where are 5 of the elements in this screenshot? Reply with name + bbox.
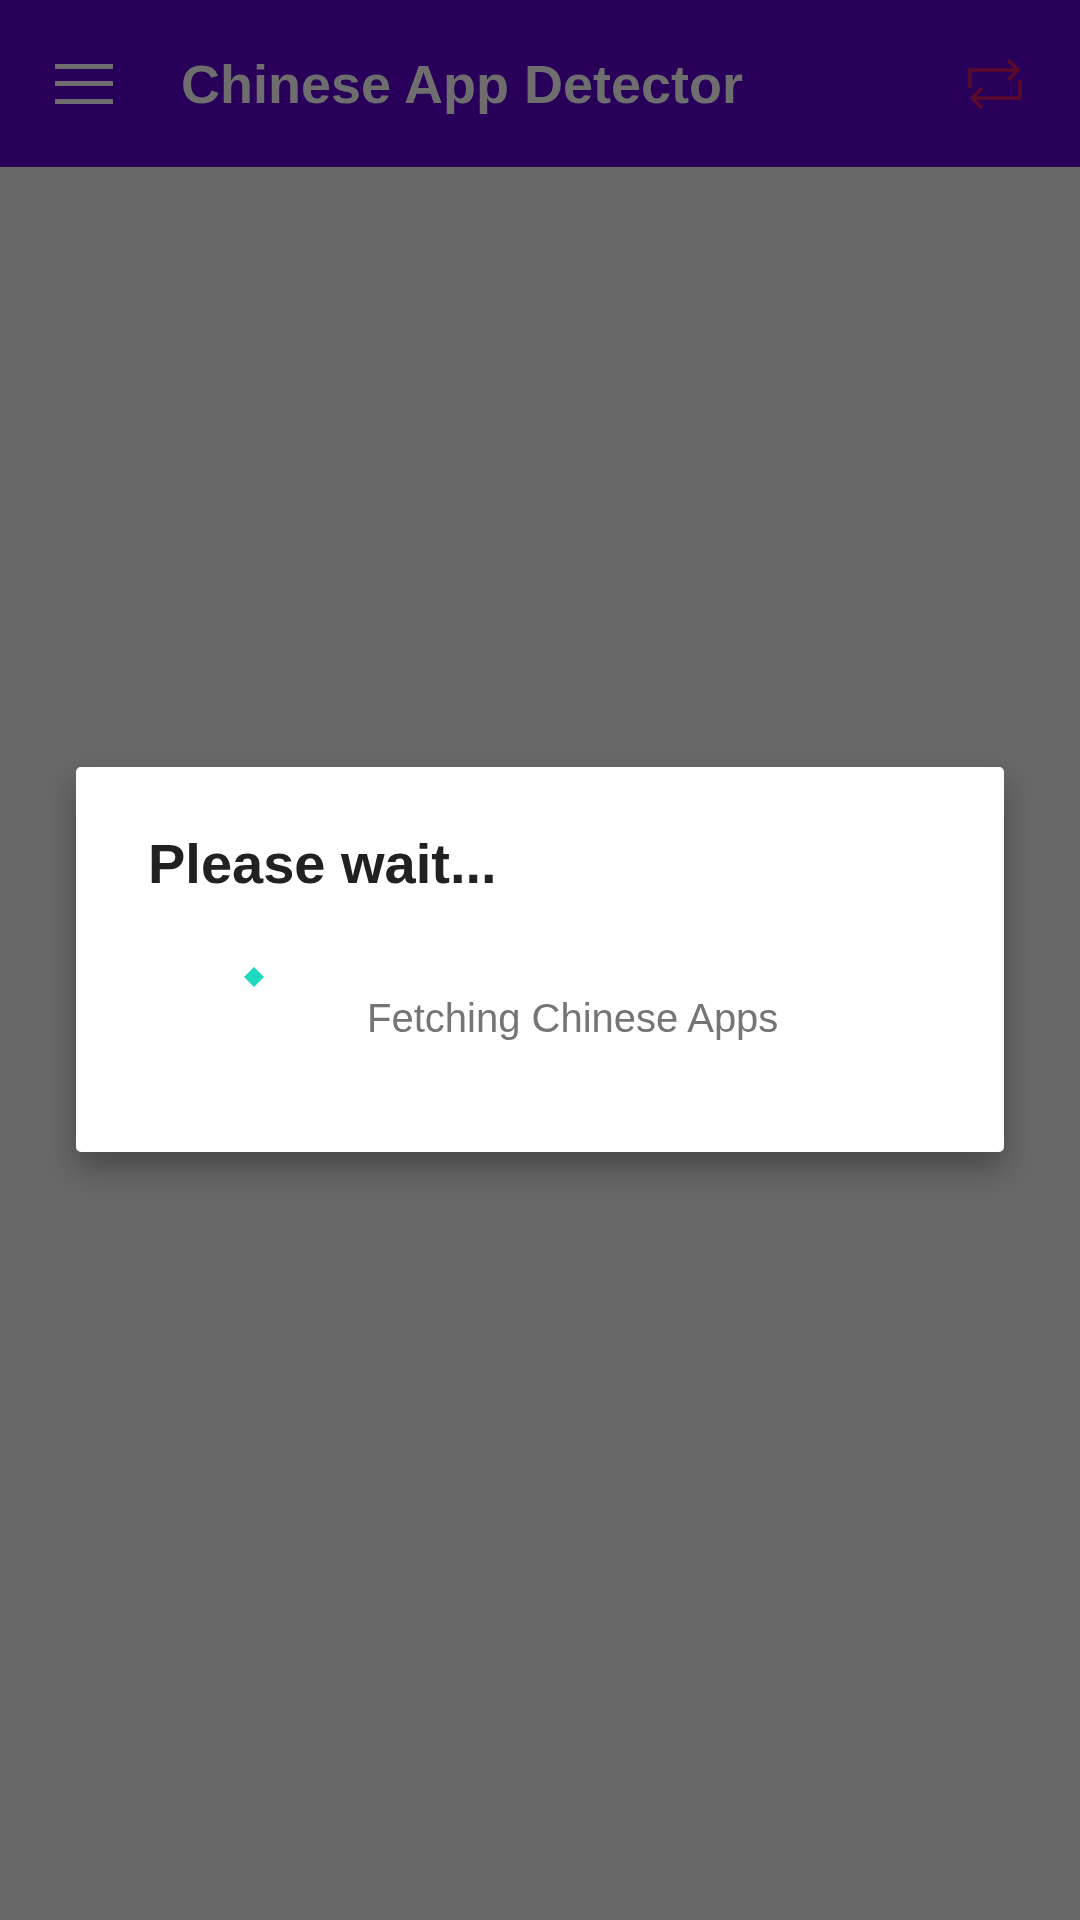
menu-icon[interactable] (55, 63, 113, 104)
dialog-title: Please wait... (148, 831, 497, 896)
loading-spinner-icon (243, 966, 265, 988)
app-title: Chinese App Detector (181, 52, 745, 115)
dialog-message: Fetching Chinese Apps (367, 996, 779, 1041)
